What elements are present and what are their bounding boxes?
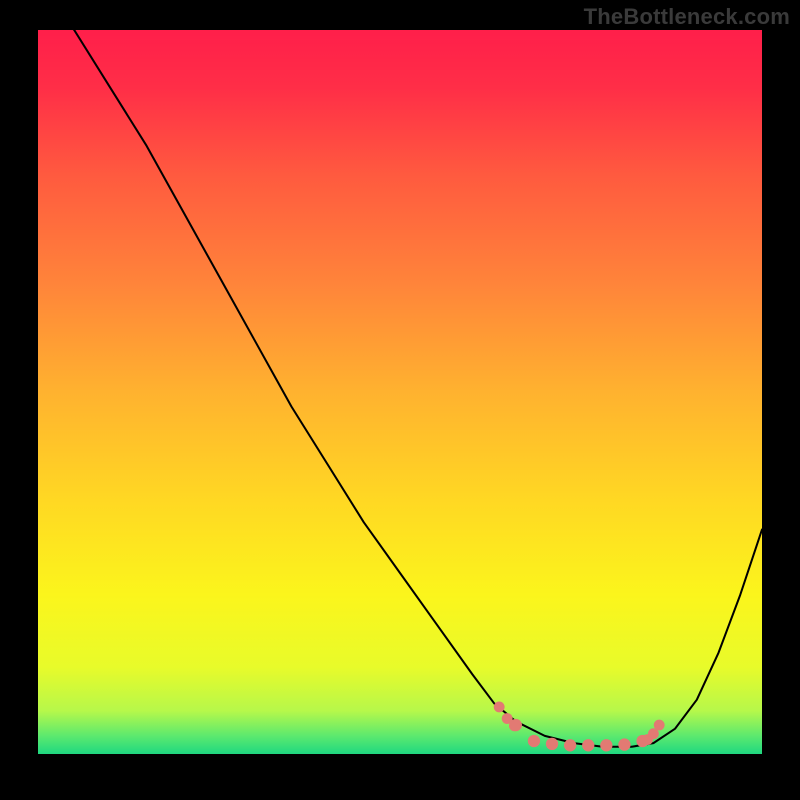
marker-dot xyxy=(546,738,558,750)
marker-dot xyxy=(654,720,665,731)
curve-layer xyxy=(38,30,762,754)
marker-dot xyxy=(600,739,612,751)
marker-dot xyxy=(618,738,630,750)
marker-dot xyxy=(509,720,520,731)
marker-dot xyxy=(564,739,576,751)
bottleneck-curve xyxy=(38,30,762,747)
marker-dot xyxy=(494,702,505,713)
chart-frame: TheBottleneck.com xyxy=(0,0,800,800)
plot-area xyxy=(38,30,762,754)
marker-dot xyxy=(582,739,594,751)
marker-dot xyxy=(528,735,540,747)
watermark-label: TheBottleneck.com xyxy=(584,4,790,30)
flat-markers xyxy=(510,719,649,752)
